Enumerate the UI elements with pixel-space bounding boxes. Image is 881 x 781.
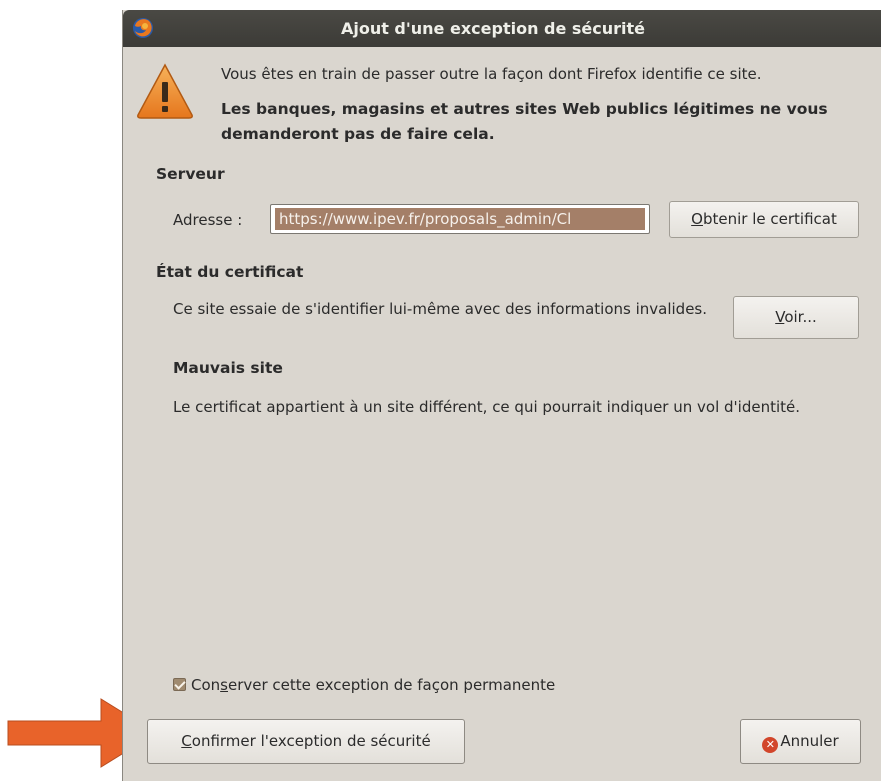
permanent-exception-option[interactable]: Conserver cette exception de façon perma… xyxy=(173,676,555,694)
certificate-status-heading: État du certificat xyxy=(156,263,304,281)
confirm-exception-button[interactable]: Confirmer l'exception de sécurité xyxy=(147,719,465,764)
get-certificate-button[interactable]: Obtenir le certificat xyxy=(669,201,859,238)
cancel-icon: ✕ xyxy=(762,737,779,753)
server-heading: Serveur xyxy=(156,165,225,183)
dialog-titlebar: Ajout d'une exception de sécurité × xyxy=(123,10,881,47)
security-exception-dialog: Ajout d'une exception de sécurité × Vous… xyxy=(122,10,881,781)
dialog-title: Ajout d'une exception de sécurité xyxy=(340,19,646,38)
address-label: Adresse : xyxy=(173,211,243,229)
cancel-button[interactable]: ✕ Annuler xyxy=(740,719,861,764)
warning-triangle-icon xyxy=(137,63,193,119)
permanent-exception-checkbox[interactable] xyxy=(173,678,186,691)
bad-site-text: Le certificat appartient à un site diffé… xyxy=(173,398,801,416)
view-button[interactable]: Voir... xyxy=(733,296,859,339)
certificate-status-text: Ce site essaie de s'identifier lui-même … xyxy=(173,300,708,318)
address-value: https://www.ipev.fr/proposals_admin/Cl xyxy=(275,208,645,230)
warning-message: Vous êtes en train de passer outre la fa… xyxy=(221,65,762,83)
warning-emphasis: Les banques, magasins et autres sites We… xyxy=(221,100,828,143)
bad-site-heading: Mauvais site xyxy=(173,359,283,377)
address-input[interactable]: https://www.ipev.fr/proposals_admin/Cl xyxy=(270,204,650,234)
